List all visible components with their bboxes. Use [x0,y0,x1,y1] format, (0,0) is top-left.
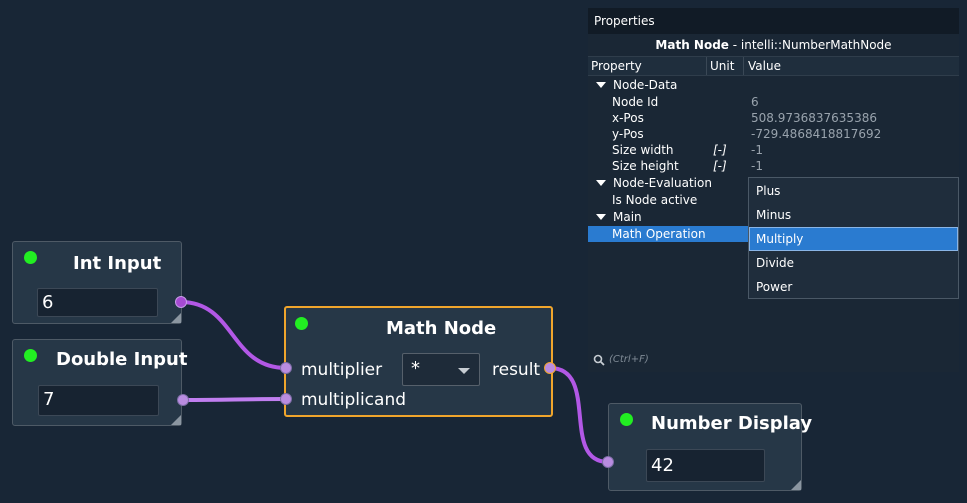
connection-double-to-multiplicand[interactable] [182,397,287,402]
status-indicator-icon [620,413,633,426]
operation-option-power[interactable]: Power [749,275,958,299]
column-value[interactable]: Value [748,59,781,73]
selected-node-title: Math Node - intelli::NumberMathNode [588,38,959,52]
multiplier-input-port[interactable] [280,362,292,374]
status-indicator-icon [24,251,37,264]
result-output-port[interactable] [544,362,556,374]
properties-panel-header: Properties [588,8,959,34]
math-node[interactable]: Math Node multiplier multiplicand result… [284,306,553,417]
property-row-size-width[interactable]: Size width [-] -1 [588,142,959,158]
property-row-y-pos[interactable]: y-Pos -729.4868418817692 [588,126,959,142]
result-port-label: result [492,360,541,380]
operation-dropdown[interactable]: * [402,353,480,386]
resize-grip-icon[interactable] [171,313,181,323]
connection-result-to-display[interactable] [549,366,609,464]
status-indicator-icon [295,317,308,330]
double-value-field[interactable]: 7 [38,385,159,416]
magnifier-icon [593,354,605,366]
column-property[interactable]: Property [591,59,642,73]
number-display-node[interactable]: Number Display 42 [608,403,812,491]
double-input-node[interactable]: Double Input 7 [12,339,187,426]
properties-panel-title: Properties [594,14,655,28]
node-title: Number Display [651,413,813,434]
triangle-down-icon[interactable] [596,82,606,88]
selected-node-class: - intelli::NumberMathNode [728,38,892,52]
node-title: Double Input [56,349,188,370]
multiplicand-input-port[interactable] [280,393,292,405]
search-shortcut-hint: (Ctrl+F) [609,354,649,365]
property-row-x-pos[interactable]: x-Pos 508.9736837635386 [588,110,959,126]
property-table-header: Property Unit Value [588,56,959,76]
operation-menu[interactable]: Plus Minus Multiply Divide Power [748,177,959,299]
int-output-port[interactable] [175,296,187,308]
multiplier-port-label: multiplier [301,360,383,380]
resize-grip-icon[interactable] [171,415,181,425]
property-row-node-id[interactable]: Node Id 6 [588,94,959,110]
property-row-size-height[interactable]: Size height [-] -1 [588,158,959,174]
operation-option-minus[interactable]: Minus [749,203,958,227]
status-indicator-icon [24,349,37,362]
selected-node-name: Math Node [655,38,729,52]
resize-grip-icon[interactable] [791,480,801,490]
operation-option-multiply[interactable]: Multiply [749,227,958,251]
operation-value: * [411,358,420,379]
node-title: Int Input [73,253,162,274]
operation-option-divide[interactable]: Divide [749,251,958,275]
int-input-node[interactable]: Int Input 6 [12,241,182,324]
display-input-port[interactable] [602,456,614,468]
triangle-down-icon[interactable] [596,214,606,220]
display-value-field: 42 [646,449,765,482]
group-node-data[interactable]: Node-Data [588,77,959,93]
multiplicand-port-label: multiplicand [301,390,407,410]
connection-int-to-multiplier[interactable] [180,300,287,370]
node-title: Math Node [386,318,497,339]
operation-option-plus[interactable]: Plus [749,179,958,203]
chevron-down-icon [458,368,470,374]
column-unit[interactable]: Unit [710,59,734,73]
double-output-port[interactable] [177,394,189,406]
int-value-field[interactable]: 6 [37,288,158,317]
triangle-down-icon[interactable] [596,180,606,186]
